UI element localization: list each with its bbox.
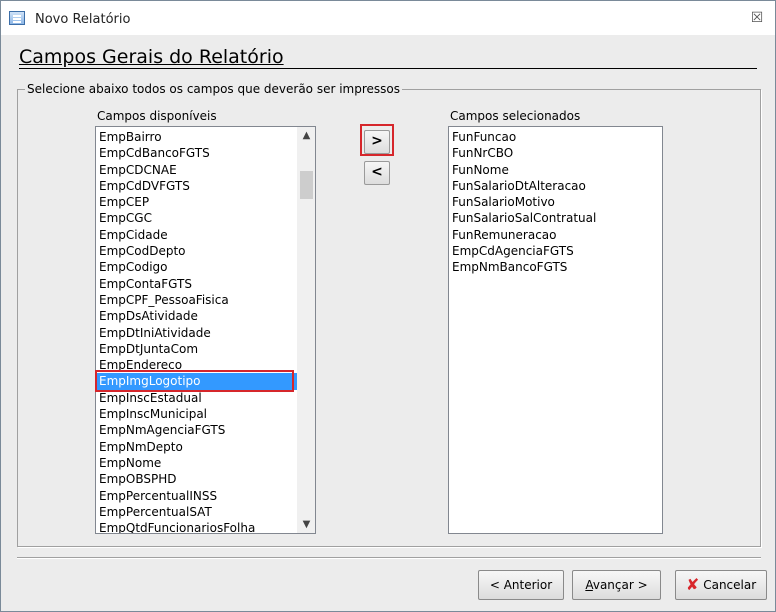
available-field-item[interactable]: EmpNome [96,455,315,471]
report-app-icon [9,11,25,25]
cancel-button[interactable]: ✘ Cancelar [675,570,767,600]
footer-divider [17,557,761,558]
available-field-item[interactable]: EmpCdBancoFGTS [96,145,315,161]
scroll-down-icon[interactable]: ▼ [298,516,315,533]
available-field-item[interactable]: EmpQtdFuncionariosFolha [96,520,315,533]
groupbox-legend: Selecione abaixo todos os campos que dev… [25,82,403,96]
available-field-item[interactable]: EmpInscEstadual [96,390,315,406]
available-field-item[interactable]: EmpCPF_PessoaFisica [96,292,315,308]
title-bar: Novo Relatório ☒ [1,1,775,35]
remove-field-button[interactable]: < [364,161,390,185]
available-field-item[interactable]: EmpOBSPHD [96,471,315,487]
selected-fields-label: Campos selecionados [450,109,581,123]
available-list-scrollbar[interactable]: ▲ ▼ [297,127,315,533]
scroll-up-icon[interactable]: ▲ [298,127,315,144]
selected-field-item[interactable]: EmpCdAgenciaFGTS [449,243,662,259]
available-field-item-selected[interactable]: EmpImgLogotipo [96,373,315,390]
selected-field-item[interactable]: EmpNmBancoFGTS [449,259,662,275]
scroll-thumb[interactable] [300,171,313,199]
back-button[interactable]: < Anterior [478,570,564,600]
selected-field-item[interactable]: FunSalarioMotivo [449,194,662,210]
available-field-item[interactable]: EmpPercentualINSS [96,488,315,504]
selected-field-item[interactable]: FunNome [449,162,662,178]
selected-field-item[interactable]: FunFuncao [449,129,662,145]
dialog-window: Novo Relatório ☒ Campos Gerais do Relató… [0,0,776,612]
available-field-item[interactable]: EmpNmAgenciaFGTS [96,422,315,438]
cancel-button-label: Cancelar [703,578,757,592]
available-fields-list[interactable]: EmpBairro EmpCdBancoFGTS EmpCDCNAE EmpCdDVF… [95,126,316,534]
next-button[interactable]: Avançar > [572,570,661,600]
next-button-label: Avançar > [585,578,648,592]
available-field-item[interactable]: EmpDtIniAtividade [96,325,315,341]
available-field-item[interactable]: EmpCGC [96,210,315,226]
selected-field-item[interactable]: FunRemuneracao [449,227,662,243]
add-field-button[interactable]: > [364,130,390,154]
title-divider [19,68,757,69]
available-field-item[interactable]: EmpNmDepto [96,439,315,455]
close-icon[interactable]: ☒ [747,9,767,27]
available-field-item[interactable]: EmpContaFGTS [96,276,315,292]
available-fields-label: Campos disponíveis [97,109,217,123]
available-field-item[interactable]: EmpCidade [96,227,315,243]
page-title: Campos Gerais do Relatório [19,46,284,68]
selected-fields-list[interactable]: FunFuncao FunNrCBO FunNome FunSalarioDtAlte… [448,126,663,534]
available-field-item[interactable]: EmpCEP [96,194,315,210]
window-title: Novo Relatório [35,12,131,27]
available-field-item[interactable]: EmpDtJuntaCom [96,341,315,357]
selected-field-item[interactable]: FunSalarioSalContratual [449,210,662,226]
available-field-item[interactable]: EmpCdDVFGTS [96,178,315,194]
available-field-item[interactable]: EmpCodigo [96,259,315,275]
available-field-item[interactable]: EmpBairro [96,129,315,145]
available-field-item[interactable]: EmpDsAtividade [96,308,315,324]
selected-field-item[interactable]: FunSalarioDtAlteracao [449,178,662,194]
available-field-item[interactable]: EmpPercentualSAT [96,504,315,520]
available-field-item[interactable]: EmpCodDepto [96,243,315,259]
available-field-item[interactable]: EmpInscMunicipal [96,406,315,422]
cancel-x-icon: ✘ [685,575,700,594]
available-field-item[interactable]: EmpEndereco [96,357,315,373]
selected-field-item[interactable]: FunNrCBO [449,145,662,161]
available-field-item[interactable]: EmpCDCNAE [96,162,315,178]
